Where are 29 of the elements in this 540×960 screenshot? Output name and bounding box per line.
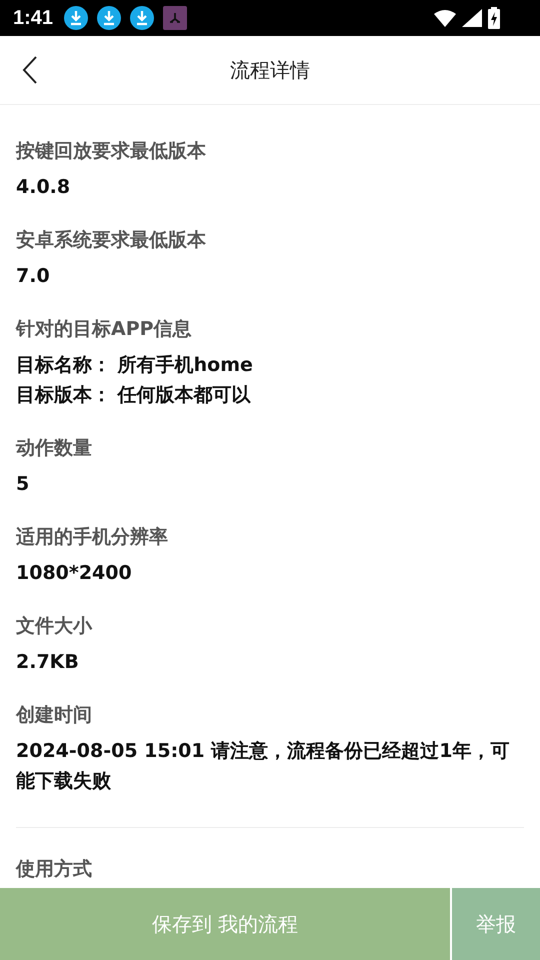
field-value: 7.0 <box>16 264 51 289</box>
field-value: 5 <box>16 472 30 497</box>
page-title: 流程详情 <box>230 56 310 84</box>
field-label: 创建时间 <box>16 703 92 728</box>
field-label: 安卓系统要求最低版本 <box>16 228 206 253</box>
status-time: 1:41 <box>13 6 54 30</box>
field-label: 使用方式 <box>16 857 92 882</box>
field-label: 按键回放要求最低版本 <box>16 139 206 164</box>
field-value: 2.7KB <box>16 650 80 675</box>
field-value: 4.0.8 <box>16 175 72 200</box>
field-value: 2024-08-05 15:01 请注意，流程备份已经超过1年，可能下载失败 <box>16 739 510 794</box>
field-label: 文件大小 <box>16 614 92 639</box>
download-icon <box>130 6 154 30</box>
back-icon <box>22 56 38 84</box>
download-icon <box>97 6 122 30</box>
app-icon <box>163 6 188 30</box>
field-value: 目标版本： 任何版本都可以 <box>16 383 252 408</box>
wifi-icon <box>434 9 456 27</box>
report-button[interactable]: 举报 <box>452 888 540 960</box>
back-button[interactable] <box>22 56 38 84</box>
field-label: 针对的目标APP信息 <box>16 317 192 342</box>
signal-icon <box>462 9 482 27</box>
field-label: 适用的手机分辨率 <box>16 525 168 550</box>
field-label: 动作数量 <box>16 436 92 461</box>
field-value: 目标名称： 所有手机home <box>16 353 254 378</box>
battery-icon <box>488 7 500 29</box>
field-value: 1080*2400 <box>16 561 133 586</box>
save-button[interactable]: 保存到 我的流程 <box>0 888 450 960</box>
download-icon <box>64 6 88 30</box>
